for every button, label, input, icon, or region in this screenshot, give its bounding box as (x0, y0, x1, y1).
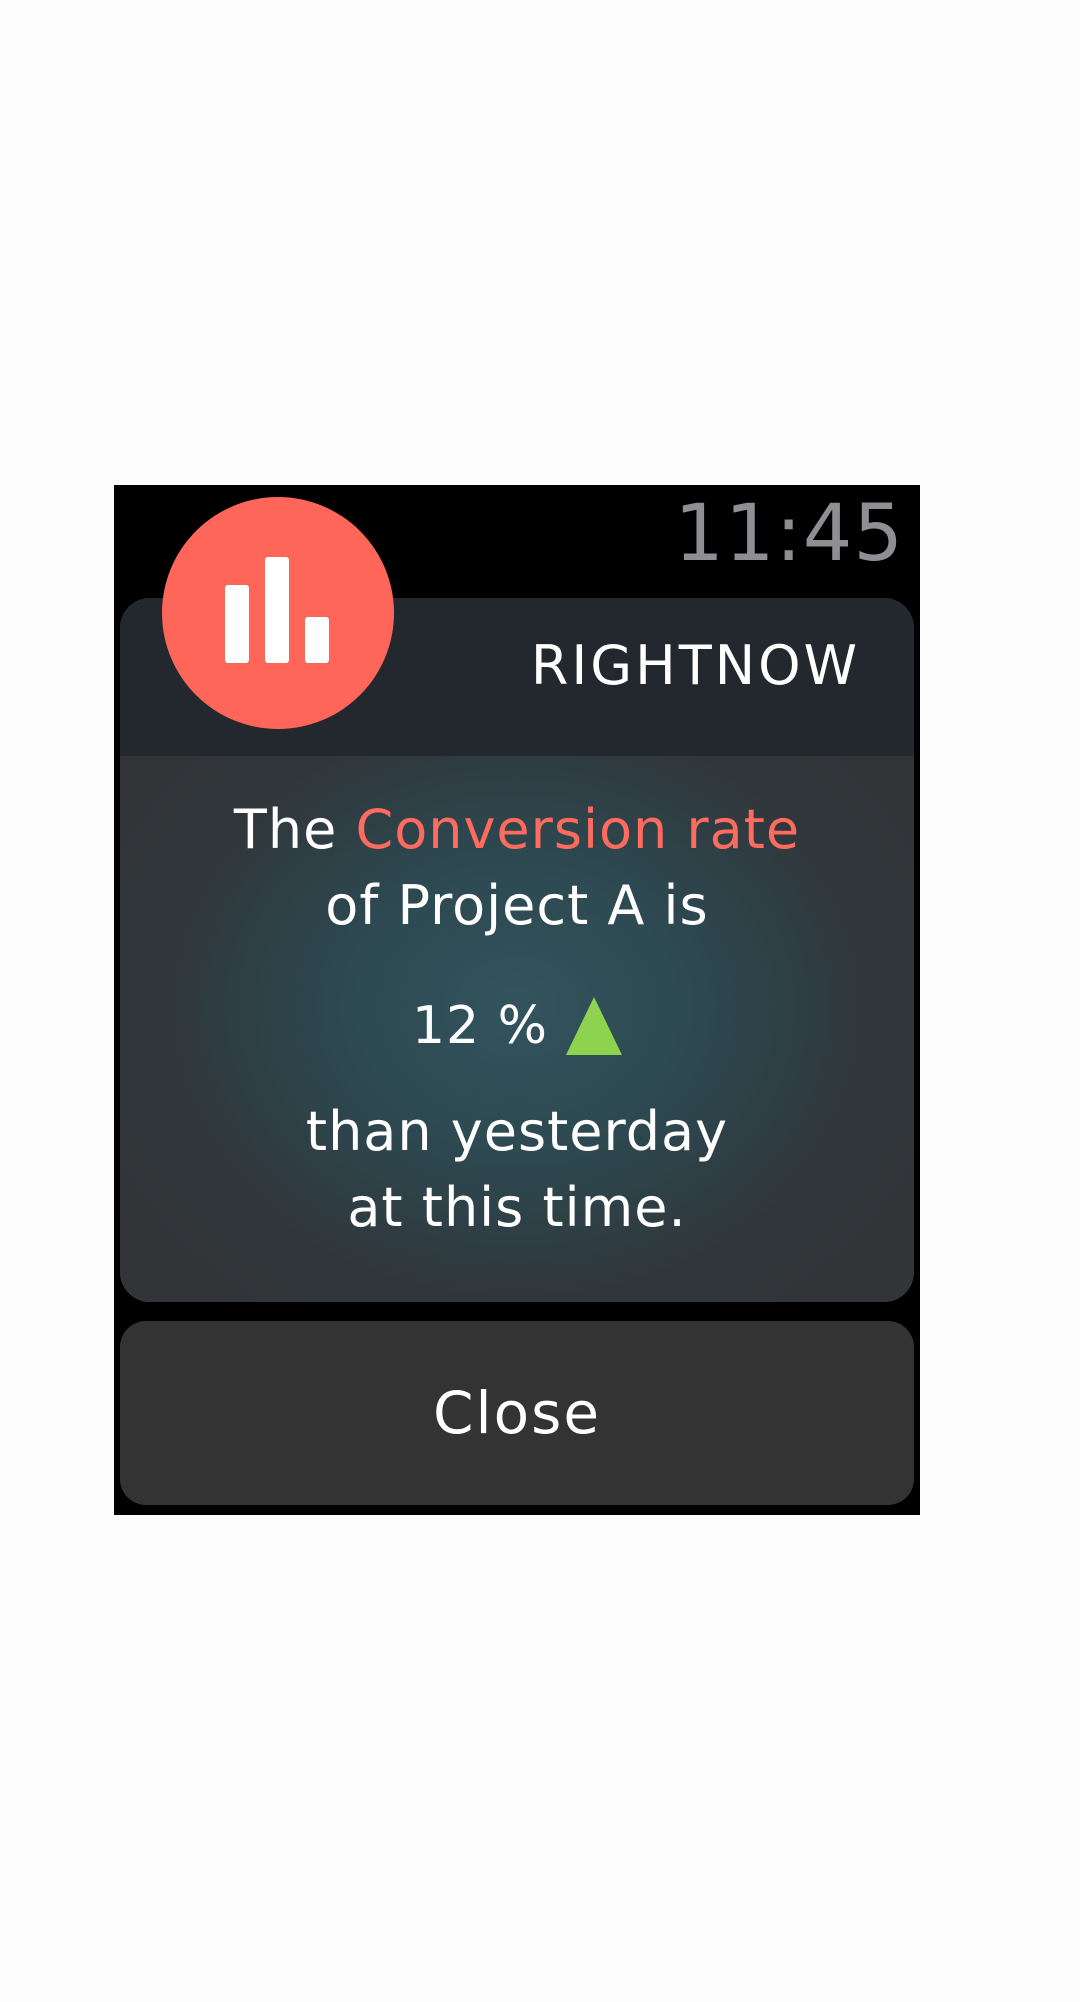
watch-screen: 11:45 RIGHTNOW The Conversion rate of Pr… (114, 485, 920, 1515)
icon-bar (305, 617, 329, 663)
metric-name: Conversion rate (355, 798, 801, 861)
status-time: 11:45 (674, 489, 904, 579)
message-prefix: The (233, 798, 356, 861)
notification-body: The Conversion rate of Project A is 12 %… (120, 756, 914, 1302)
message-line-2: of Project A is (325, 874, 709, 937)
bar-chart-icon (162, 497, 394, 729)
message-line-4: than yesterday (305, 1100, 729, 1163)
message-top: The Conversion rate of Project A is (120, 792, 914, 944)
icon-bar (265, 557, 289, 663)
icon-bar (225, 585, 249, 663)
change-value: 12 % (411, 996, 549, 1056)
app-name: RIGHTNOW (530, 634, 860, 697)
triangle-up-icon (566, 997, 623, 1055)
close-button[interactable]: Close (120, 1321, 914, 1505)
change-indicator: 12 % (120, 994, 914, 1058)
message-line-5: at this time. (347, 1176, 687, 1239)
message-line-1: The Conversion rate (120, 792, 914, 868)
message-bottom: than yesterday at this time. (120, 1094, 914, 1246)
